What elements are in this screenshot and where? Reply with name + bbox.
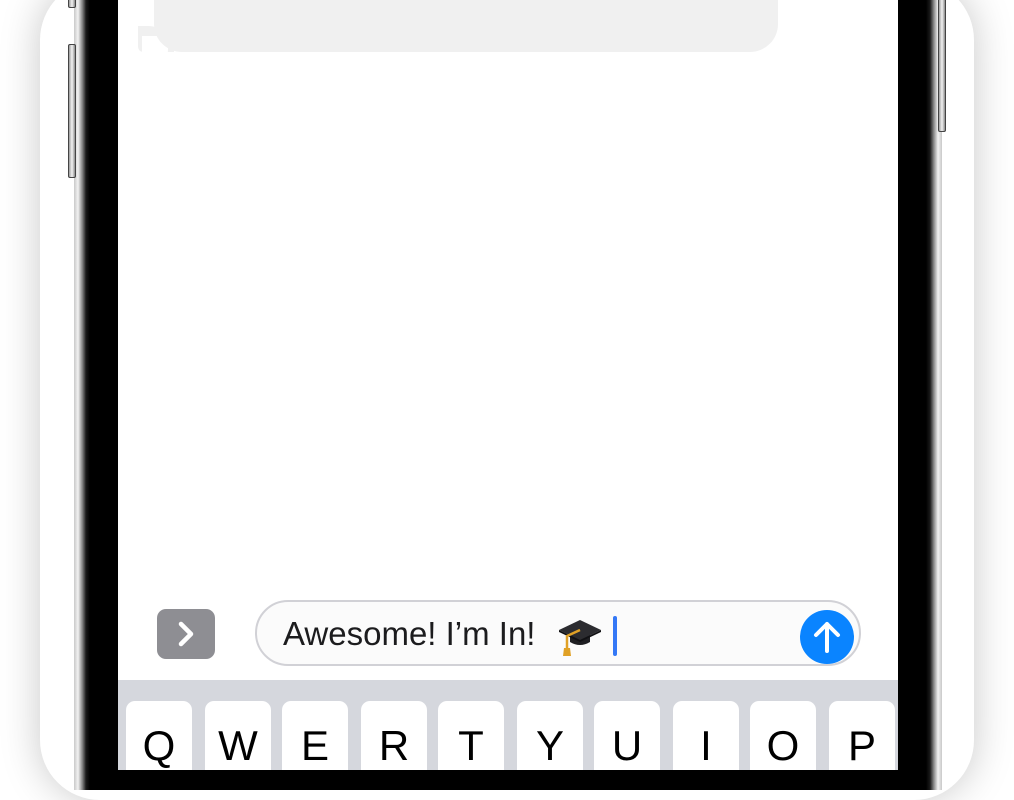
mute-switch xyxy=(68,0,76,8)
graduation-cap-emoji xyxy=(559,620,601,656)
messages-screen: Awesome! I’m In! Q W E R T Y U I O P xyxy=(118,0,898,770)
key-y[interactable]: Y xyxy=(517,701,583,770)
side-button xyxy=(938,0,946,132)
incoming-message-bubble xyxy=(154,0,778,52)
key-w[interactable]: W xyxy=(205,701,271,770)
key-o[interactable]: O xyxy=(750,701,816,770)
message-input-text: Awesome! I’m In! xyxy=(283,615,536,652)
key-e[interactable]: E xyxy=(282,701,348,770)
apps-toggle-button[interactable] xyxy=(157,609,215,659)
keyboard: Q W E R T Y U I O P xyxy=(118,680,898,770)
key-q[interactable]: Q xyxy=(126,701,192,770)
send-button[interactable] xyxy=(800,610,854,664)
message-input[interactable]: Awesome! I’m In! xyxy=(255,600,861,666)
key-r[interactable]: R xyxy=(361,701,427,770)
volume-button xyxy=(68,44,76,178)
arrow-up-icon xyxy=(814,622,840,653)
key-p[interactable]: P xyxy=(829,701,895,770)
key-i[interactable]: I xyxy=(673,701,739,770)
key-u[interactable]: U xyxy=(594,701,660,770)
text-cursor xyxy=(613,616,617,656)
key-t[interactable]: T xyxy=(438,701,504,770)
chevron-right-icon xyxy=(178,621,194,647)
